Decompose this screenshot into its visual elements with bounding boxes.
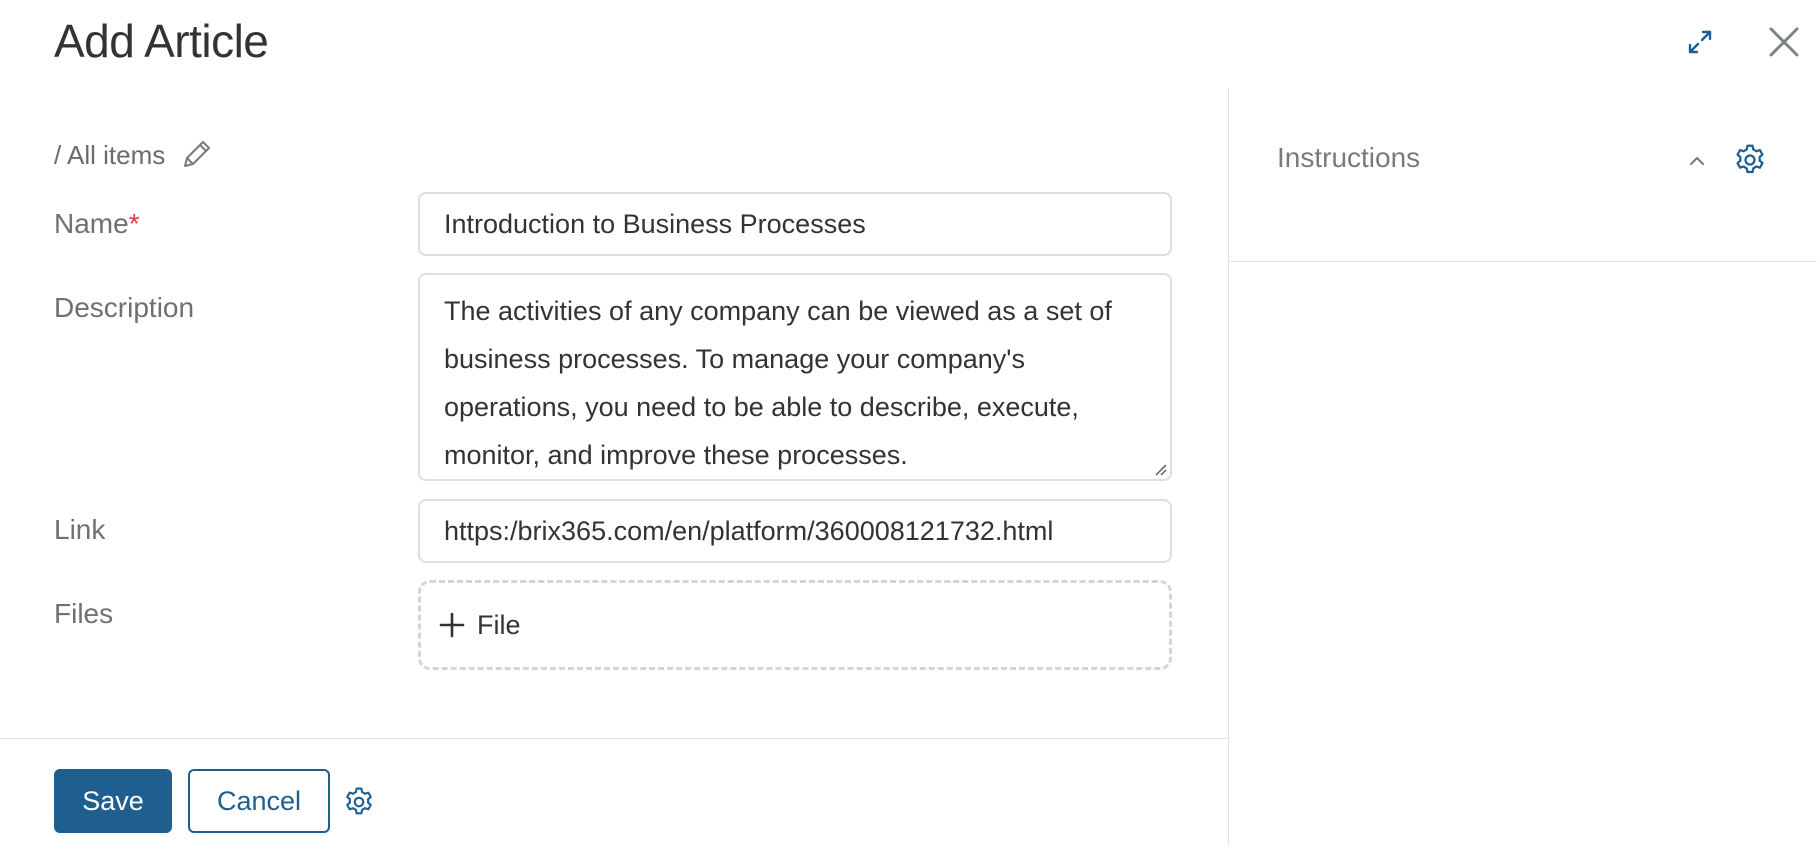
- description-textarea[interactable]: The activities of any company can be vie…: [418, 273, 1172, 481]
- link-input-value: https:/brix365.com/en/platform/360008121…: [444, 515, 1054, 546]
- link-input[interactable]: https:/brix365.com/en/platform/360008121…: [418, 499, 1172, 563]
- form-settings-button[interactable]: [342, 785, 376, 819]
- pencil-icon: [184, 141, 211, 167]
- instructions-divider: [1229, 261, 1817, 262]
- close-button[interactable]: [1764, 22, 1804, 62]
- plus-icon: [437, 610, 467, 640]
- collapse-instructions-button[interactable]: [1684, 148, 1710, 174]
- gear-icon: [346, 787, 372, 815]
- resize-handle-icon[interactable]: [1153, 462, 1167, 476]
- instructions-settings-button[interactable]: [1732, 142, 1768, 178]
- instructions-title: Instructions: [1277, 142, 1421, 173]
- expand-icon: [1688, 30, 1712, 54]
- name-label: Name*: [54, 208, 140, 240]
- link-label: Link: [54, 514, 106, 545]
- description-label: Description: [54, 292, 195, 323]
- gear-icon: [1736, 144, 1764, 174]
- required-mark: *: [128, 208, 140, 239]
- save-button[interactable]: Save: [54, 769, 172, 833]
- add-file-button[interactable]: File: [418, 580, 1172, 670]
- expand-button[interactable]: [1682, 24, 1718, 60]
- edit-location-button[interactable]: [179, 138, 213, 172]
- breadcrumb-text[interactable]: / All items: [54, 140, 165, 171]
- name-input-value: Introduction to Business Processes: [444, 208, 866, 239]
- description-value: The activities of any company can be vie…: [444, 296, 1112, 470]
- add-article-dialog: Add Article / All items Name* Introducti…: [0, 0, 1817, 845]
- cancel-button[interactable]: Cancel: [188, 769, 330, 833]
- dialog-title: Add Article: [54, 15, 269, 67]
- name-label-text: Name: [54, 208, 129, 239]
- chevron-up-icon: [1690, 157, 1704, 165]
- panel-divider: [1228, 88, 1229, 845]
- breadcrumb: / All items: [54, 138, 213, 172]
- files-label: Files: [54, 598, 114, 629]
- close-icon: [1769, 27, 1799, 57]
- footer-divider: [0, 738, 1228, 739]
- name-input[interactable]: Introduction to Business Processes: [418, 192, 1172, 256]
- add-file-label: File: [477, 609, 521, 640]
